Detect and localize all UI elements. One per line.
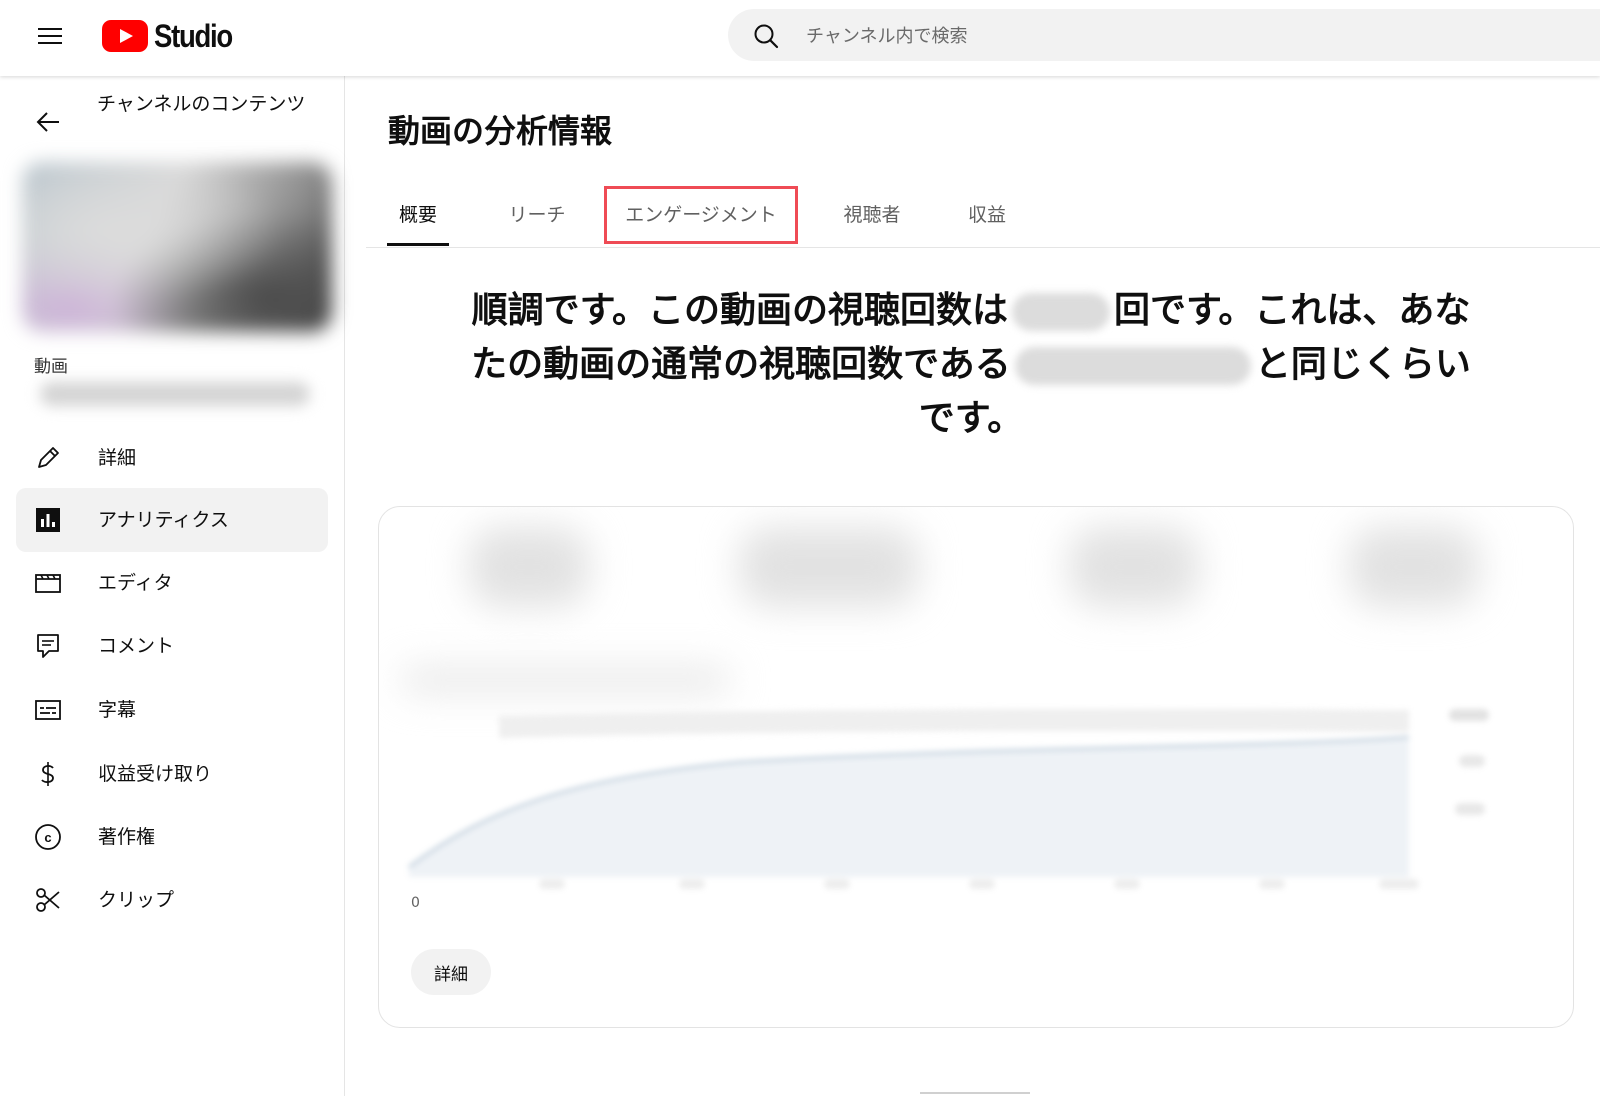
top-bar: Studio <box>0 0 1600 76</box>
tab-label: リーチ <box>508 204 566 226</box>
typical-views-redacted <box>1014 347 1251 385</box>
video-label: 動画 <box>34 357 68 377</box>
tab-audience[interactable]: 視聴者 <box>839 186 905 244</box>
sidebar: チャンネルのコンテンツ 動画 詳細 アナリティクス エディタ コメント 字幕 収… <box>0 76 345 1096</box>
sidebar-item-analytics[interactable]: アナリティクス <box>16 488 328 552</box>
chart-area <box>409 737 1409 877</box>
svg-text:c: c <box>44 830 51 845</box>
tab-reach[interactable]: リーチ <box>504 186 570 244</box>
x-tick-redacted <box>969 879 995 889</box>
video-title-redacted <box>40 382 310 406</box>
x-tick-redacted <box>824 879 850 889</box>
video-thumbnail[interactable] <box>22 162 332 332</box>
tab-label: エンゲージメント <box>625 204 777 226</box>
details-button[interactable]: 詳細 <box>411 949 491 995</box>
x-tick-redacted <box>539 879 565 889</box>
tab-label: 概要 <box>398 204 437 226</box>
sidebar-item-earn[interactable]: 収益受け取り <box>16 742 328 806</box>
pencil-icon <box>38 447 59 468</box>
youtube-play-icon <box>102 20 148 52</box>
x-tick-redacted <box>679 879 705 889</box>
back-to-channel-content[interactable]: チャンネルのコンテンツ <box>0 86 344 156</box>
views-count-redacted <box>1012 293 1110 331</box>
tab-revenue[interactable]: 収益 <box>964 186 1010 244</box>
sidebar-item-details[interactable]: 詳細 <box>16 426 328 490</box>
clapperboard-icon <box>35 574 61 593</box>
sidebar-item-label: 著作権 <box>98 826 156 848</box>
sidebar-item-label: エディタ <box>98 572 173 594</box>
tabs-divider <box>366 247 1600 248</box>
logo-text: Studio <box>154 17 233 54</box>
tab-overview[interactable]: 概要 <box>387 186 449 246</box>
performance-headline: 順調です。この動画の視聴回数は 回です。これは、あなたの動画の通常の視聴回数である… <box>466 284 1476 446</box>
y-tick-redacted <box>1455 803 1485 815</box>
sidebar-item-clips[interactable]: クリップ <box>16 868 328 932</box>
x-tick-redacted <box>1114 879 1140 889</box>
sidebar-item-label: 字幕 <box>98 699 137 721</box>
page-title: 動画の分析情報 <box>388 112 613 150</box>
sidebar-item-label: アナリティクス <box>98 509 229 531</box>
chart-typical-band <box>498 708 1410 738</box>
headline-part-1: 順調です。この動画の視聴回数は <box>471 290 1008 331</box>
search-icon[interactable] <box>752 22 780 50</box>
back-label: チャンネルのコンテンツ <box>97 93 306 115</box>
menu-icon[interactable] <box>36 23 64 51</box>
analytics-icon <box>36 508 60 532</box>
x-axis-zero-label: 0 <box>411 895 420 911</box>
tab-label: 収益 <box>967 204 1006 226</box>
copyright-icon: c <box>35 824 61 850</box>
performance-card: 0 詳細 <box>378 506 1574 1028</box>
sidebar-item-copyright[interactable]: c 著作権 <box>16 805 328 869</box>
arrow-back-icon <box>36 112 59 132</box>
dollar-icon <box>41 762 54 786</box>
y-tick-redacted <box>1449 709 1489 721</box>
scroll-indicator <box>920 1092 1030 1094</box>
sidebar-item-label: 詳細 <box>98 447 137 469</box>
scissors-icon <box>36 888 60 912</box>
search-input[interactable] <box>804 9 1508 63</box>
y-tick-redacted <box>1459 755 1485 767</box>
tab-label: 視聴者 <box>843 204 901 226</box>
sidebar-item-label: クリップ <box>98 889 175 911</box>
sidebar-item-label: 収益受け取り <box>98 763 213 785</box>
x-tick-redacted <box>1379 879 1419 889</box>
search-bar <box>728 9 1600 63</box>
sidebar-item-label: コメント <box>98 635 175 657</box>
sidebar-item-comments[interactable]: コメント <box>16 614 328 678</box>
x-tick-redacted <box>1259 879 1285 889</box>
performance-chart <box>408 708 1489 889</box>
sidebar-item-subtitles[interactable]: 字幕 <box>16 678 328 742</box>
tab-engagement[interactable]: エンゲージメント <box>604 186 798 244</box>
comment-icon <box>37 634 59 658</box>
subtitles-icon <box>35 700 61 720</box>
studio-logo[interactable]: Studio <box>102 16 245 56</box>
sidebar-item-editor[interactable]: エディタ <box>16 551 328 615</box>
